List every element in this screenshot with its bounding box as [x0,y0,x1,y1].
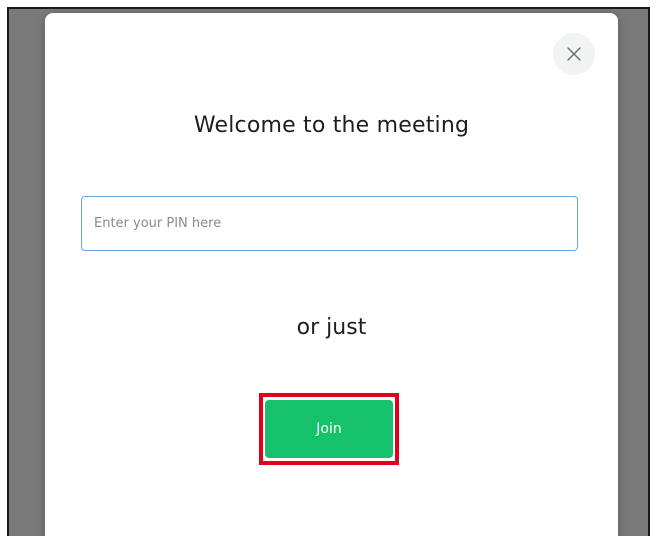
or-just-text: or just [296,315,367,340]
welcome-dialog: Welcome to the meeting or just Join [45,13,618,536]
close-icon [567,47,581,61]
pin-input[interactable] [81,196,578,251]
join-button[interactable]: Join [265,400,393,458]
screen-frame: Welcome to the meeting or just Join [7,7,650,536]
close-button[interactable] [553,33,595,75]
dialog-title: Welcome to the meeting [193,113,470,138]
